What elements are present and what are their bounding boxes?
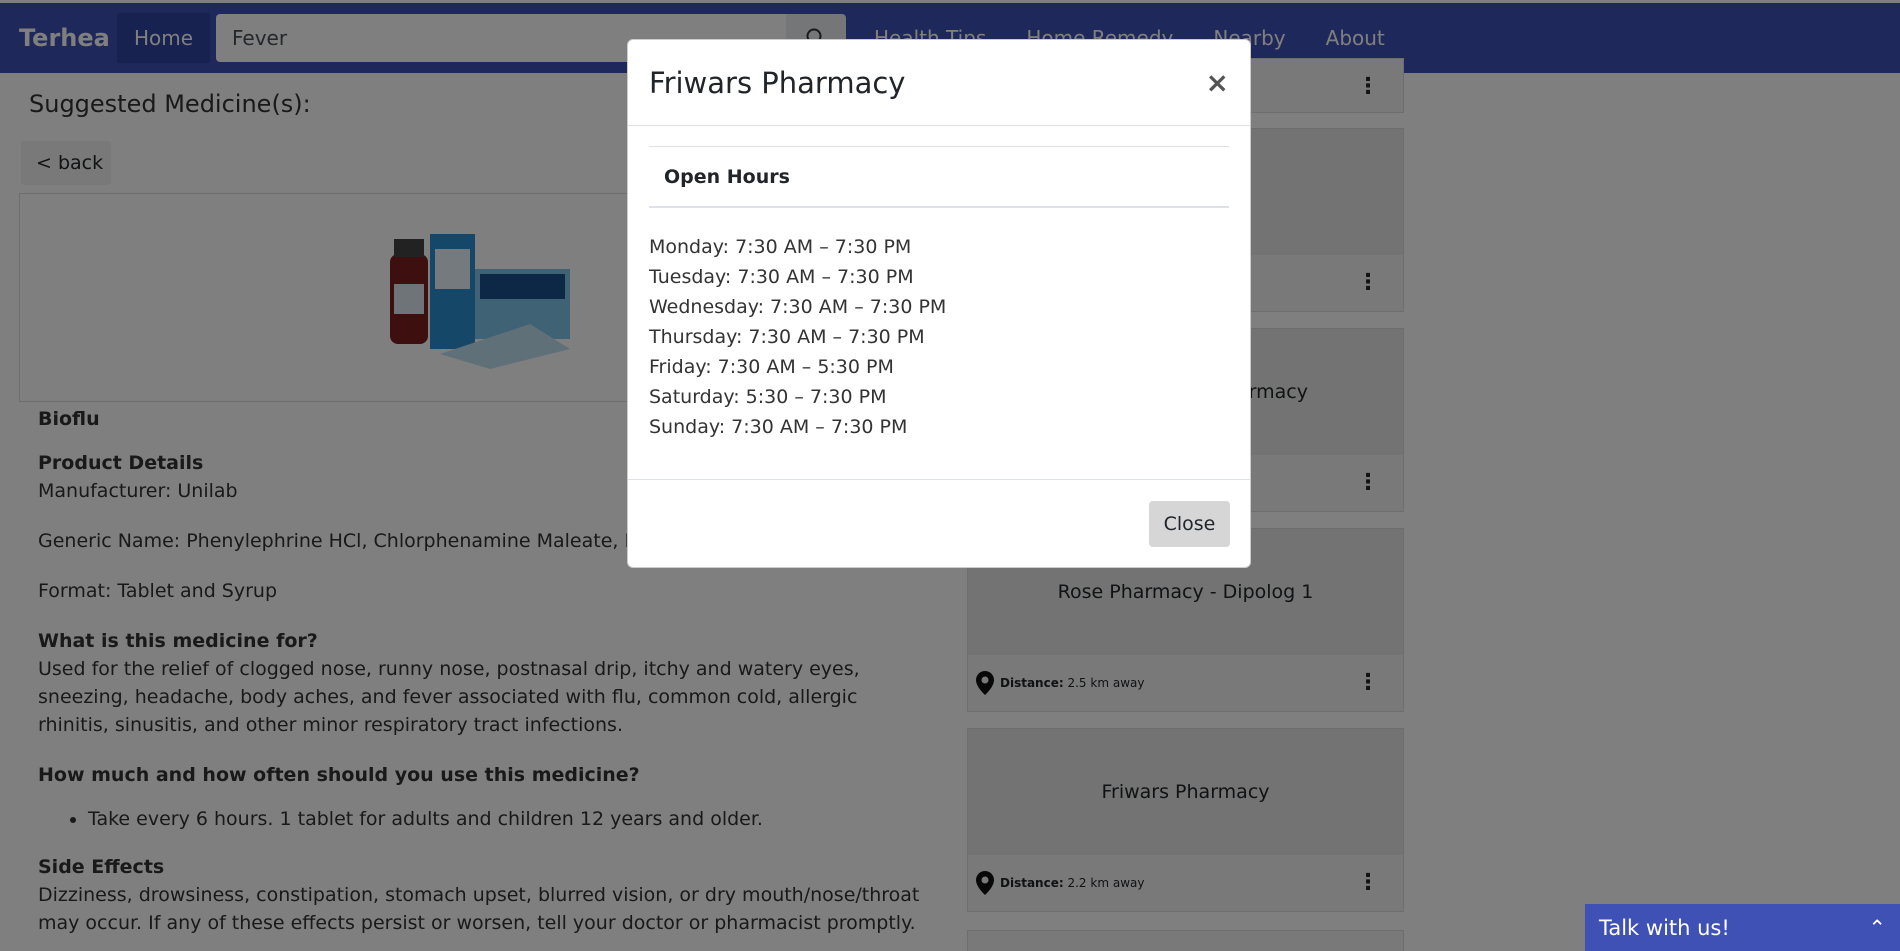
open-hours-list: Monday: 7:30 AM – 7:30 PM Tuesday: 7:30 … [649,232,1229,442]
modal-body: Open Hours Monday: 7:30 AM – 7:30 PM Tue… [628,126,1250,462]
chat-label: Talk with us! [1599,915,1730,940]
close-icon[interactable]: × [1206,66,1229,99]
hours-saturday: Saturday: 5:30 – 7:30 PM [649,386,887,408]
hours-monday: Monday: 7:30 AM – 7:30 PM [649,236,912,258]
hours-sunday: Sunday: 7:30 AM – 7:30 PM [649,416,908,438]
hours-friday: Friday: 7:30 AM – 5:30 PM [649,356,894,378]
hours-thursday: Thursday: 7:30 AM – 7:30 PM [649,326,925,348]
open-hours-heading: Open Hours [649,146,1229,208]
modal-title: Friwars Pharmacy [649,65,906,100]
hours-tuesday: Tuesday: 7:30 AM – 7:30 PM [649,266,914,288]
modal-header: Friwars Pharmacy × [628,40,1250,126]
modal-footer: Close [628,479,1250,567]
pharmacy-hours-modal: Friwars Pharmacy × Open Hours Monday: 7:… [627,39,1251,568]
hours-wednesday: Wednesday: 7:30 AM – 7:30 PM [649,296,947,318]
chevron-up-icon[interactable]: ⌃ [1868,916,1886,940]
chat-widget[interactable]: Talk with us! ⌃ [1585,904,1900,951]
close-button[interactable]: Close [1149,500,1230,547]
